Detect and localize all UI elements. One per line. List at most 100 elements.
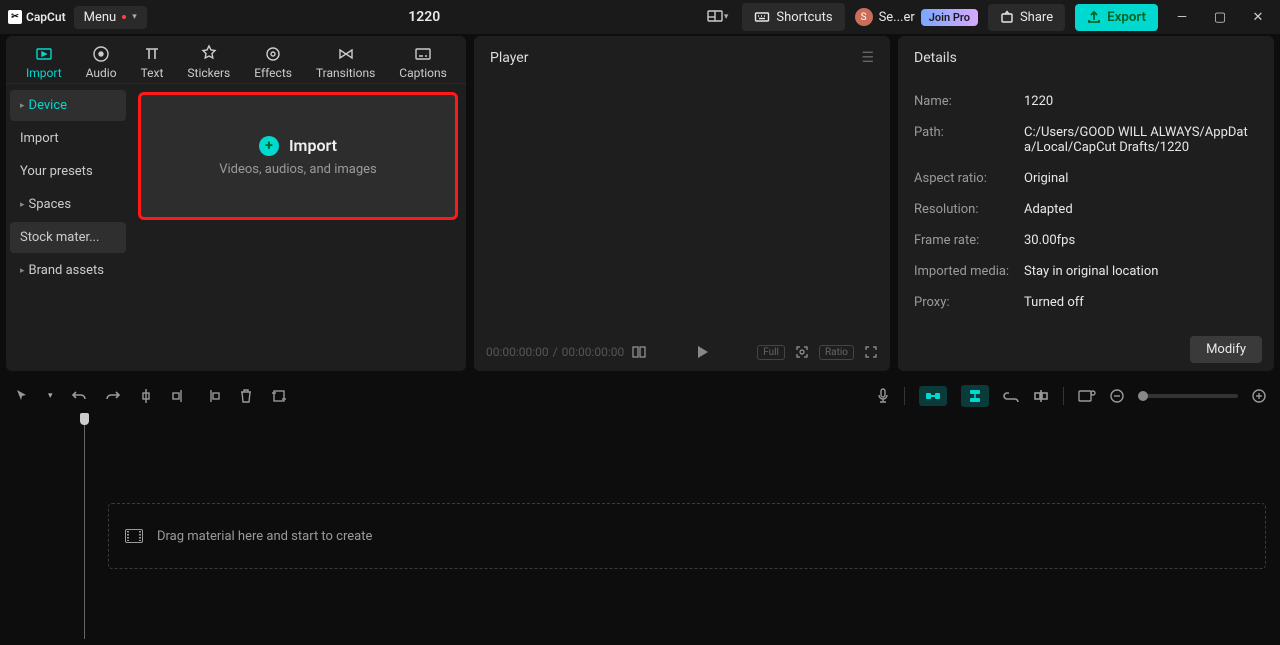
player-footer: 00:00:00:00 / 00:00:00:00 Full Ratio: [474, 333, 890, 371]
split-icon: [139, 388, 153, 404]
layout-button[interactable]: ▾: [702, 4, 733, 30]
sidebar-item-brand[interactable]: ▸Brand assets: [10, 255, 126, 286]
timeline-dropzone[interactable]: Drag material here and start to create: [108, 503, 1266, 569]
chevron-down-icon: ▾: [724, 12, 729, 22]
zoom-out[interactable]: [1110, 389, 1124, 403]
sidebar-item-spaces[interactable]: ▸ Spaces: [10, 189, 126, 220]
tab-stickers[interactable]: Stickers: [175, 40, 242, 84]
player-viewport[interactable]: [474, 80, 890, 333]
sidebar-item-label: Stock mater...: [20, 230, 99, 245]
ratio-toggle[interactable]: Ratio: [819, 345, 854, 360]
media-panel: Import Audio Text Stickers Effects Trans…: [6, 36, 466, 371]
menu-button[interactable]: Menu ▾: [74, 6, 147, 29]
full-toggle[interactable]: Full: [757, 345, 785, 360]
detail-value: Turned off: [1024, 295, 1258, 310]
split-right-tool[interactable]: [205, 388, 221, 404]
tab-label: Effects: [254, 66, 292, 80]
player-header: Player ☰: [474, 36, 890, 80]
tab-effects[interactable]: Effects: [242, 40, 304, 84]
window-maximize[interactable]: ▢: [1206, 3, 1234, 31]
magnet-track-toggle[interactable]: [961, 385, 989, 407]
sidebar-item-stock[interactable]: Stock mater...: [10, 222, 126, 253]
captions-icon: [413, 44, 433, 64]
timeline-panel: ▾ Drag material here and start: [0, 379, 1280, 639]
crop-icon: [271, 388, 287, 404]
preview-toggle[interactable]: [1078, 389, 1096, 403]
sidebar-item-label: Device: [29, 98, 68, 113]
user-chip[interactable]: S Se...er Join Pro: [855, 8, 978, 26]
compare-icon[interactable]: [632, 345, 646, 359]
split-left-tool[interactable]: [171, 388, 187, 404]
redo-button[interactable]: [105, 388, 121, 404]
share-button[interactable]: Share: [988, 4, 1065, 31]
cursor-tool[interactable]: [14, 388, 30, 404]
tab-label: Transitions: [316, 66, 375, 80]
sidebar-item-label: Spaces: [29, 197, 72, 212]
link-toggle[interactable]: [1003, 390, 1019, 402]
zoom-out-icon: [1110, 389, 1124, 403]
detail-value: C:/Users/GOOD WILL ALWAYS/AppData/Local/…: [1024, 125, 1258, 155]
detail-key: Name:: [914, 94, 1024, 109]
slider-thumb[interactable]: [1138, 391, 1148, 401]
play-button[interactable]: [694, 344, 710, 360]
shortcuts-button[interactable]: Shortcuts: [742, 3, 844, 31]
tab-captions[interactable]: Captions: [387, 40, 459, 84]
tab-import[interactable]: Import: [14, 40, 74, 84]
detail-value: Adapted: [1024, 202, 1258, 217]
transitions-icon: [336, 44, 356, 64]
tab-label: Captions: [399, 66, 447, 80]
share-label: Share: [1020, 10, 1053, 25]
join-pro-badge[interactable]: Join Pro: [921, 9, 978, 26]
export-label: Export: [1107, 10, 1146, 25]
player-timecode: 00:00:00:00 / 00:00:00:00: [486, 345, 624, 359]
sidebar-item-device[interactable]: ▸ Device: [10, 90, 126, 121]
tabs-overflow[interactable]: [459, 45, 466, 79]
crop-tool[interactable]: [271, 388, 287, 404]
keyboard-icon: [754, 9, 770, 25]
sidebar-item-import[interactable]: Import: [10, 123, 126, 154]
menu-label: Menu: [84, 10, 117, 25]
split-tool[interactable]: [139, 388, 153, 404]
delete-tool[interactable]: [239, 388, 253, 404]
details-header: Details: [898, 36, 1274, 80]
details-body: Name:1220 Path:C:/Users/GOOD WILL ALWAYS…: [898, 80, 1274, 371]
modify-button[interactable]: Modify: [1190, 336, 1262, 363]
sidebar-item-presets[interactable]: Your presets: [10, 156, 126, 187]
align-toggle[interactable]: [1033, 389, 1049, 403]
focus-icon[interactable]: [795, 345, 809, 359]
caret-icon: ▸: [20, 101, 25, 111]
zoom-in[interactable]: [1252, 389, 1266, 403]
import-dropzone[interactable]: + Import Videos, audios, and images: [138, 92, 458, 220]
project-title: 1220: [155, 9, 694, 25]
mic-button[interactable]: [876, 388, 890, 404]
magnet-icon: [925, 390, 941, 402]
chevron-down-icon: ▾: [48, 391, 53, 401]
titlebar: ✂ CapCut Menu ▾ 1220 ▾ Shortcuts S Se...…: [0, 0, 1280, 34]
import-area: + Import Videos, audios, and images: [130, 84, 466, 371]
caret-icon: ▸: [20, 200, 25, 210]
tab-text[interactable]: Text: [129, 40, 176, 84]
chevron-down-icon: ▾: [132, 12, 137, 22]
tab-audio[interactable]: Audio: [74, 40, 129, 84]
playhead[interactable]: [84, 413, 85, 639]
fullscreen-icon[interactable]: [864, 345, 878, 359]
window-minimize[interactable]: —: [1168, 3, 1196, 31]
cursor-dropdown[interactable]: ▾: [48, 391, 53, 401]
export-button[interactable]: Export: [1075, 4, 1158, 31]
split-left-icon: [171, 388, 187, 404]
zoom-slider[interactable]: [1138, 394, 1238, 398]
details-title: Details: [914, 50, 957, 66]
window-close[interactable]: ✕: [1244, 3, 1272, 31]
magnet-main-toggle[interactable]: [919, 386, 947, 406]
tab-transitions[interactable]: Transitions: [304, 40, 387, 84]
undo-button[interactable]: [71, 388, 87, 404]
cursor-icon: [14, 388, 30, 404]
trash-icon: [239, 388, 253, 404]
plus-icon: +: [259, 136, 279, 156]
import-title: Import: [289, 136, 337, 155]
timeline-body[interactable]: Drag material here and start to create: [0, 413, 1280, 639]
player-menu-icon[interactable]: ☰: [861, 50, 874, 66]
detail-row: Name:1220: [914, 86, 1258, 117]
app-name: CapCut: [26, 10, 66, 24]
detail-row: Resolution:Adapted: [914, 194, 1258, 225]
